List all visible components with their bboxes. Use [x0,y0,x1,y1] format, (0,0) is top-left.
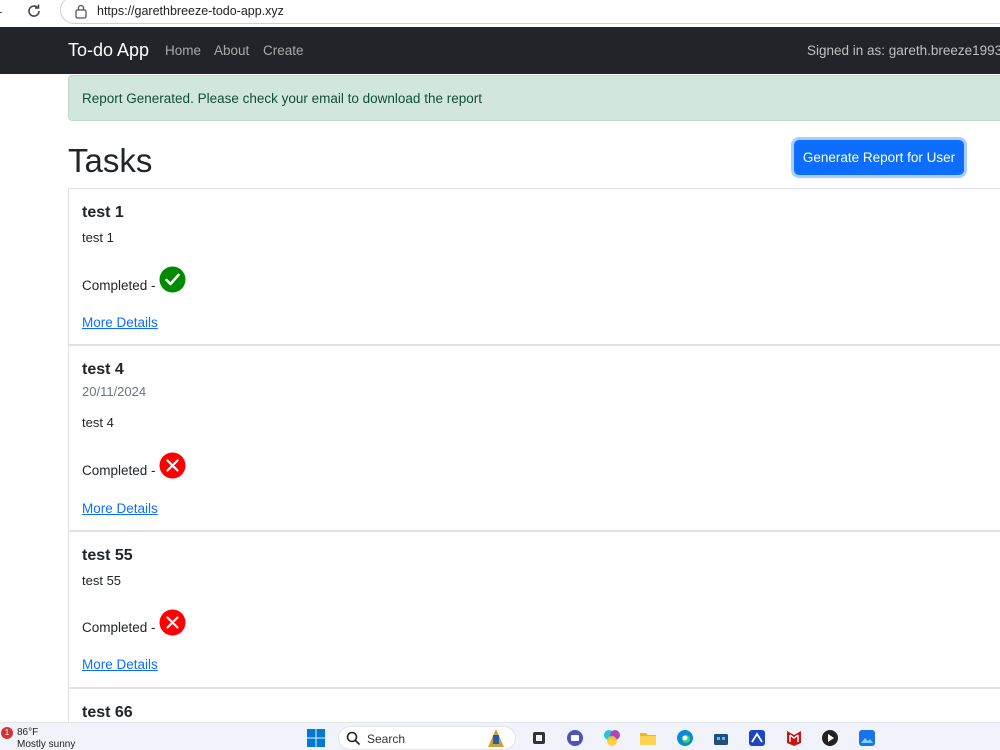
check-circle-icon [159,266,186,293]
back-arrow-icon[interactable]: – [0,3,2,19]
page-title: Tasks [68,142,153,179]
editor-icon[interactable] [748,729,766,747]
photos-icon[interactable] [858,729,876,747]
task-title: test 1 [82,204,124,221]
more-details-link[interactable]: More Details [82,657,158,672]
pharaoh-search-highlight-icon[interactable] [480,727,512,749]
windows-start-icon[interactable] [307,729,325,747]
task-title: test 66 [82,704,133,721]
nav-link-create[interactable]: Create [263,43,304,58]
completed-label: Completed - [82,620,156,635]
app-brand[interactable]: To-do App [68,40,149,61]
signed-in-user: Signed in as: gareth.breeze1993@ [807,43,1000,58]
x-circle-icon [159,452,186,479]
chat-icon[interactable] [566,729,584,747]
x-circle-icon [159,609,186,636]
task-card: test 1 test 1 Completed - More Details [68,188,1000,345]
success-alert: Report Generated. Please check your emai… [68,75,1000,121]
folder-icon[interactable] [639,729,657,747]
edge-browser-icon[interactable] [676,729,694,747]
task-title: test 55 [82,547,133,564]
generate-report-button[interactable]: Generate Report for User [794,140,964,175]
windows-taskbar: 1 86°F Mostly sunny Search [0,722,1000,750]
completed-label: Completed - [82,278,156,293]
completed-label: Completed - [82,463,156,478]
media-player-icon[interactable] [821,729,839,747]
task-card: test 55 test 55 Completed - More Details [68,531,1000,688]
task-date: 20/11/2024 [82,384,147,399]
browser-toolbar: – https://garethbreeze-todo-app.xyz [0,0,1000,26]
nav-link-home[interactable]: Home [165,43,201,58]
url-text[interactable]: https://garethbreeze-todo-app.xyz [97,4,284,18]
weather-description[interactable]: Mostly sunny [17,739,75,750]
nav-link-about[interactable]: About [214,43,249,58]
alert-message: Report Generated. Please check your emai… [82,91,482,106]
search-icon [346,731,360,745]
reload-icon[interactable] [24,1,44,21]
taskbar-search-label[interactable]: Search [367,732,405,746]
top-navbar: To-do App Home About Create Signed in as… [0,27,1000,74]
task-description: test 1 [82,230,114,245]
lock-icon[interactable] [74,3,88,19]
weather-temperature[interactable]: 86°F [17,727,38,738]
weather-notification-badge[interactable]: 1 [1,727,13,739]
more-details-link[interactable]: More Details [82,501,158,516]
more-details-link[interactable]: More Details [82,315,158,330]
mcafee-icon[interactable] [785,729,803,747]
task-description: test 55 [82,573,122,588]
copilot-icon[interactable] [603,729,621,747]
task-description: test 4 [82,415,114,430]
file-explorer-icon[interactable] [530,729,548,747]
task-card: test 4 20/11/2024 test 4 Completed - Mor… [68,345,1000,531]
task-title: test 4 [82,361,124,378]
store-icon[interactable] [712,729,730,747]
